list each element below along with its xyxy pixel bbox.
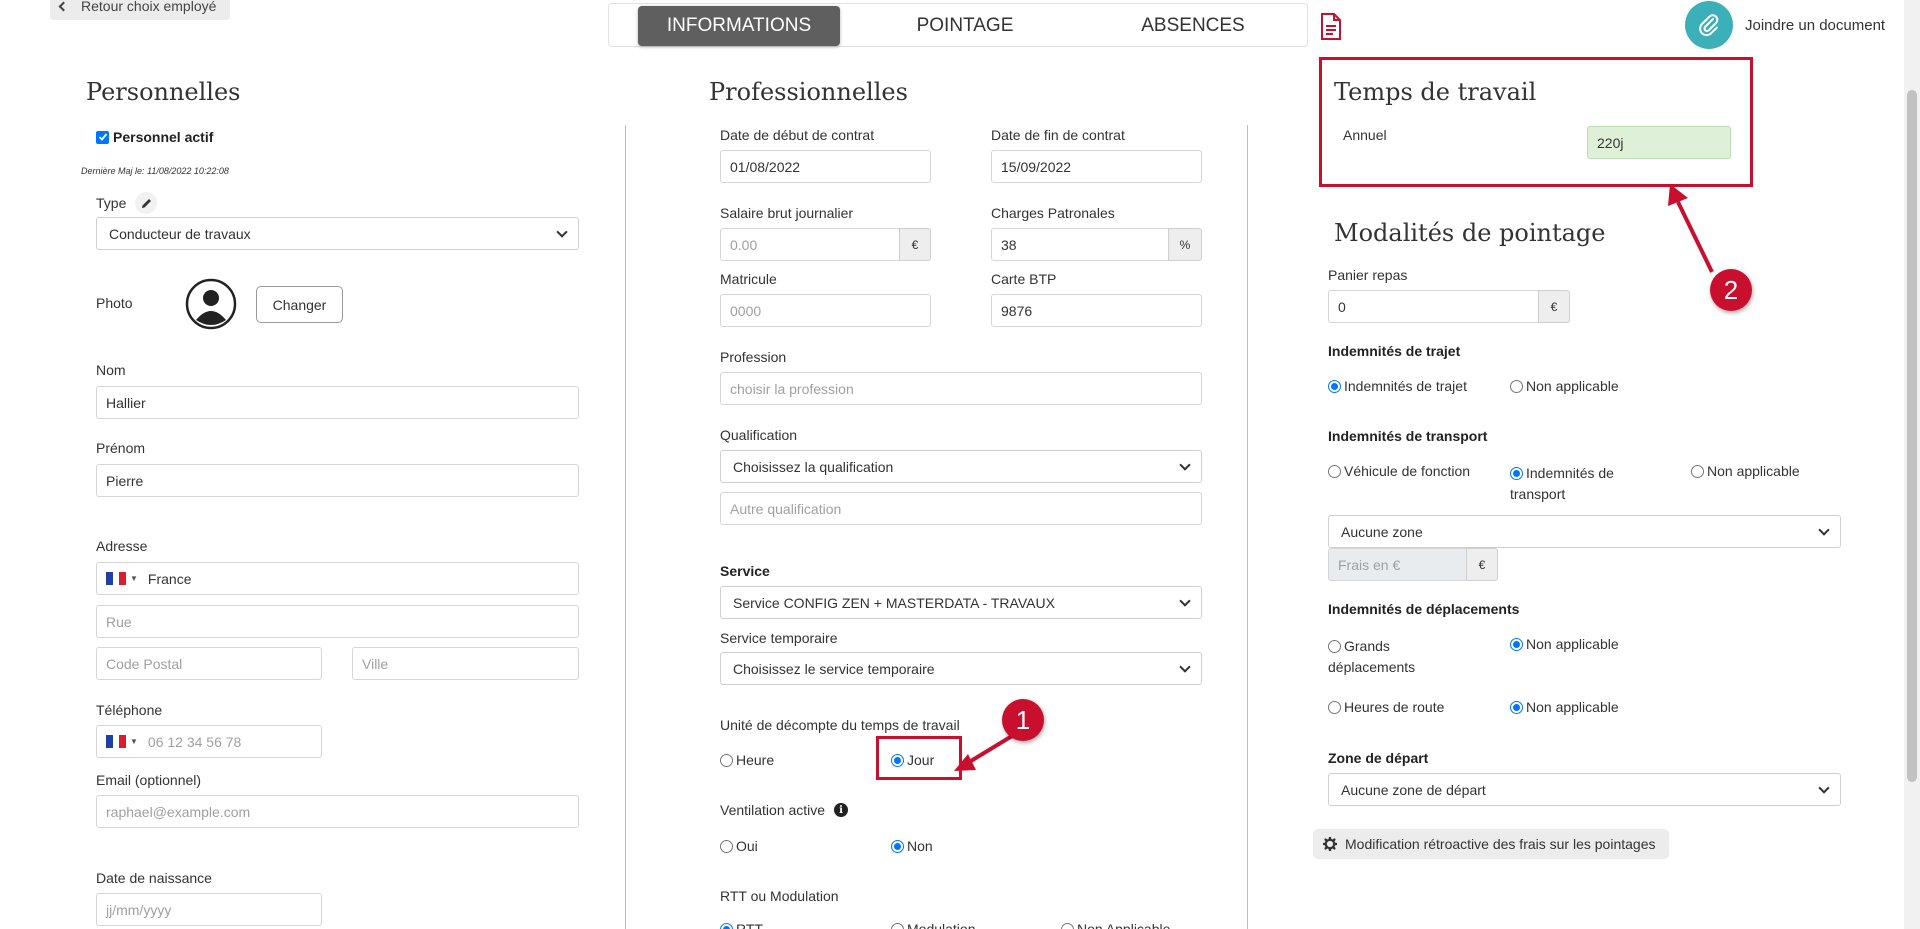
scrollbar-thumb[interactable] — [1907, 90, 1917, 782]
annotation-marker-1: 1 — [1002, 699, 1044, 741]
annotation-arrows — [954, 184, 1714, 771]
annotation-marker-2: 2 — [1710, 269, 1752, 311]
